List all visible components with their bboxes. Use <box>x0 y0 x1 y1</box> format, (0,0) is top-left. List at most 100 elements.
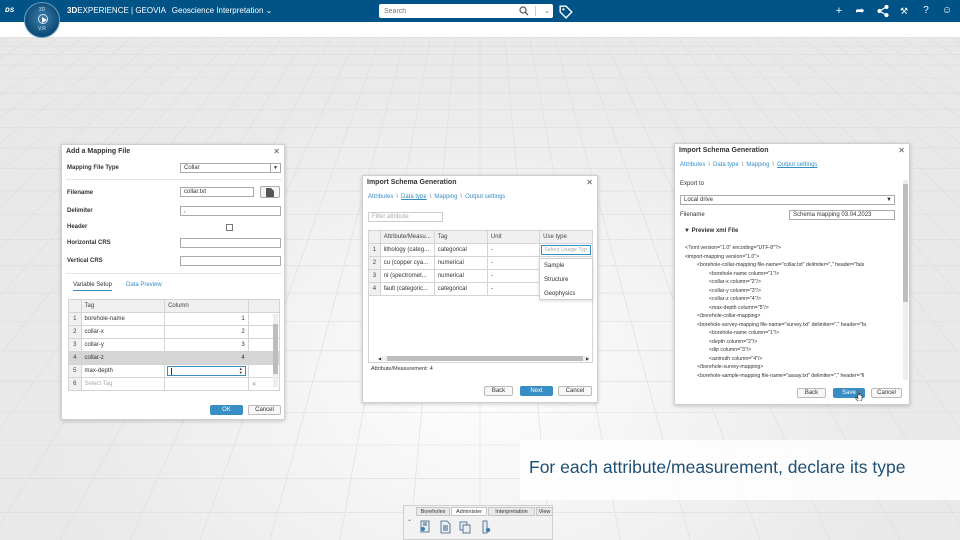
browse-file-button[interactable] <box>260 186 280 198</box>
tag-cell[interactable]: numerical <box>433 269 488 283</box>
tab-boreholes[interactable]: Boreholes <box>416 507 450 516</box>
user-icon[interactable]: ☺ <box>940 4 954 18</box>
column-cell[interactable]: 4 <box>164 351 249 365</box>
import-schema-icon[interactable] <box>419 520 431 534</box>
unit-cell[interactable]: - <box>486 243 541 257</box>
table-row[interactable]: 6 Select Tag ✕ <box>68 377 281 391</box>
column-stepper[interactable]: ▲ ▼ <box>167 366 246 376</box>
mapping-type-select[interactable]: Collar ▼ <box>180 163 281 173</box>
tab-data-preview[interactable]: Data Preview <box>126 282 162 288</box>
crumb-mapping[interactable]: Mapping <box>746 162 769 168</box>
tag-cell[interactable]: collar-z <box>80 351 166 365</box>
search-box[interactable]: ⌄ <box>379 4 553 18</box>
stepper-arrows-icon[interactable]: ▲ ▼ <box>239 367 243 375</box>
tag-cell[interactable]: max-depth <box>80 364 166 378</box>
crumb-attributes[interactable]: Attributes <box>368 194 393 200</box>
tag-cell[interactable]: categorical <box>433 282 488 296</box>
share-network-icon[interactable] <box>876 4 890 18</box>
crumb-attributes[interactable]: Attributes <box>680 162 705 168</box>
tab-interpretation[interactable]: Interpretation <box>488 507 535 516</box>
ok-button[interactable]: OK <box>210 405 243 415</box>
option-geophysics[interactable]: Geophysics <box>544 291 575 297</box>
search-icon[interactable] <box>519 6 529 16</box>
add-icon[interactable]: + <box>832 4 846 18</box>
column-cell[interactable]: 3 <box>164 338 249 352</box>
tag-cell[interactable]: collar-x <box>80 325 166 339</box>
horizontal-scrollbar[interactable] <box>381 356 589 361</box>
crumb-output-settings[interactable]: Output settings <box>465 194 505 200</box>
help-icon[interactable]: ? <box>919 4 933 18</box>
filename-field[interactable]: collar.txt <box>180 187 254 197</box>
table-row[interactable]: 3 collar-y 3 <box>68 338 281 352</box>
use-type-combobox[interactable]: Select Usage Typ <box>541 245 591 255</box>
crumb-mapping[interactable]: Mapping <box>434 194 457 200</box>
tab-view[interactable]: View <box>536 507 553 516</box>
scrollbar-thumb[interactable] <box>387 356 583 361</box>
breadcrumb: Attributes \ Data type \ Mapping \ Output sett… <box>368 194 506 200</box>
share-arrow-icon[interactable]: ➦ <box>853 4 867 18</box>
crumb-output-settings[interactable]: Output settings <box>777 162 817 168</box>
add-mapping-dialog: Add a Mapping File ✕ Mapping File Type C… <box>61 144 285 420</box>
option-structure[interactable]: Structure <box>544 277 568 283</box>
back-button[interactable]: Back <box>797 388 826 398</box>
delimiter-field[interactable]: , <box>180 206 281 216</box>
scrollbar-thumb[interactable] <box>273 324 278 374</box>
table-row[interactable]: 1 lithology (categ... categorical - Sele… <box>368 243 593 257</box>
column-cell[interactable]: 1 <box>164 312 249 326</box>
cancel-button[interactable]: Cancel <box>248 405 281 415</box>
crumb-data-type[interactable]: Data type <box>713 162 739 168</box>
mapping-files-icon[interactable] <box>459 520 471 534</box>
filter-attribute-input[interactable]: Filter attribute <box>368 212 443 222</box>
tag-cell[interactable]: borehole-name <box>80 312 166 326</box>
document-icon[interactable] <box>439 520 451 534</box>
compass-widget[interactable]: 3D V,R <box>24 2 60 38</box>
row-number: 1 <box>68 312 82 326</box>
unit-cell[interactable]: - <box>486 256 541 270</box>
tag-icon[interactable] <box>559 5 573 19</box>
close-icon[interactable]: ✕ <box>273 147 280 156</box>
play-icon[interactable] <box>38 14 48 24</box>
unit-cell[interactable]: - <box>486 269 541 283</box>
tag-cell[interactable]: categorical <box>433 243 488 257</box>
vertical-crs-field[interactable] <box>180 256 281 266</box>
tag-cell[interactable]: numerical <box>433 256 488 270</box>
brand-title[interactable]: 3DEXPERIENCE | GEOVIA Geoscience Interpr… <box>67 6 272 15</box>
tools-icon[interactable]: ⚒ <box>897 4 911 18</box>
close-icon[interactable]: ✕ <box>586 178 593 187</box>
table-row[interactable]: 2 collar-x 2 <box>68 325 281 339</box>
option-sample[interactable]: Sample <box>544 263 564 269</box>
crumb-data-type[interactable]: Data type <box>401 194 427 200</box>
tag-cell[interactable]: collar-y <box>80 338 166 352</box>
cancel-button[interactable]: Cancel <box>871 388 902 398</box>
filename-field[interactable]: Schema mapping 03.04.2023 <box>789 210 895 220</box>
select-tag-cell[interactable]: Select Tag <box>80 377 166 391</box>
borehole-settings-icon[interactable] <box>479 520 491 534</box>
scroll-left-icon[interactable]: ◀ <box>378 356 381 361</box>
column-cell[interactable]: ▲ ▼ <box>164 364 249 378</box>
tab-variable-setup[interactable]: Variable Setup <box>73 282 112 291</box>
horizontal-crs-field[interactable] <box>180 238 281 248</box>
table-row[interactable]: 4 collar-z 4 <box>68 351 281 365</box>
collapse-chevron-icon[interactable]: ⌄ <box>407 516 412 523</box>
scrollbar-thumb[interactable] <box>903 184 908 302</box>
column-cell[interactable] <box>164 377 249 391</box>
table-scrollbar[interactable] <box>273 314 278 387</box>
tab-administer[interactable]: Administer <box>451 507 487 516</box>
back-button[interactable]: Back <box>484 386 513 396</box>
next-button[interactable]: Next <box>520 386 553 396</box>
table-row[interactable]: 5 max-depth ▲ ▼ <box>68 364 281 378</box>
cancel-button[interactable]: Cancel <box>558 386 592 396</box>
export-to-select[interactable]: Local drive ▼ <box>680 195 895 205</box>
preview-toggle[interactable]: ▼ Preview xml File <box>684 228 738 234</box>
search-options-chevron-icon[interactable]: ⌄ <box>544 7 550 15</box>
search-divider <box>535 6 536 16</box>
header-checkbox[interactable] <box>226 224 233 231</box>
close-icon[interactable]: ✕ <box>898 146 905 155</box>
search-input[interactable] <box>379 7 514 15</box>
vertical-scrollbar[interactable] <box>903 180 908 380</box>
table-row[interactable]: 1 borehole-name 1 <box>68 312 281 326</box>
unit-cell[interactable]: - <box>486 282 541 296</box>
scroll-right-icon[interactable]: ▶ <box>586 356 589 361</box>
use-type-cell[interactable]: Select Usage Typ <box>539 243 593 257</box>
column-cell[interactable]: 2 <box>164 325 249 339</box>
